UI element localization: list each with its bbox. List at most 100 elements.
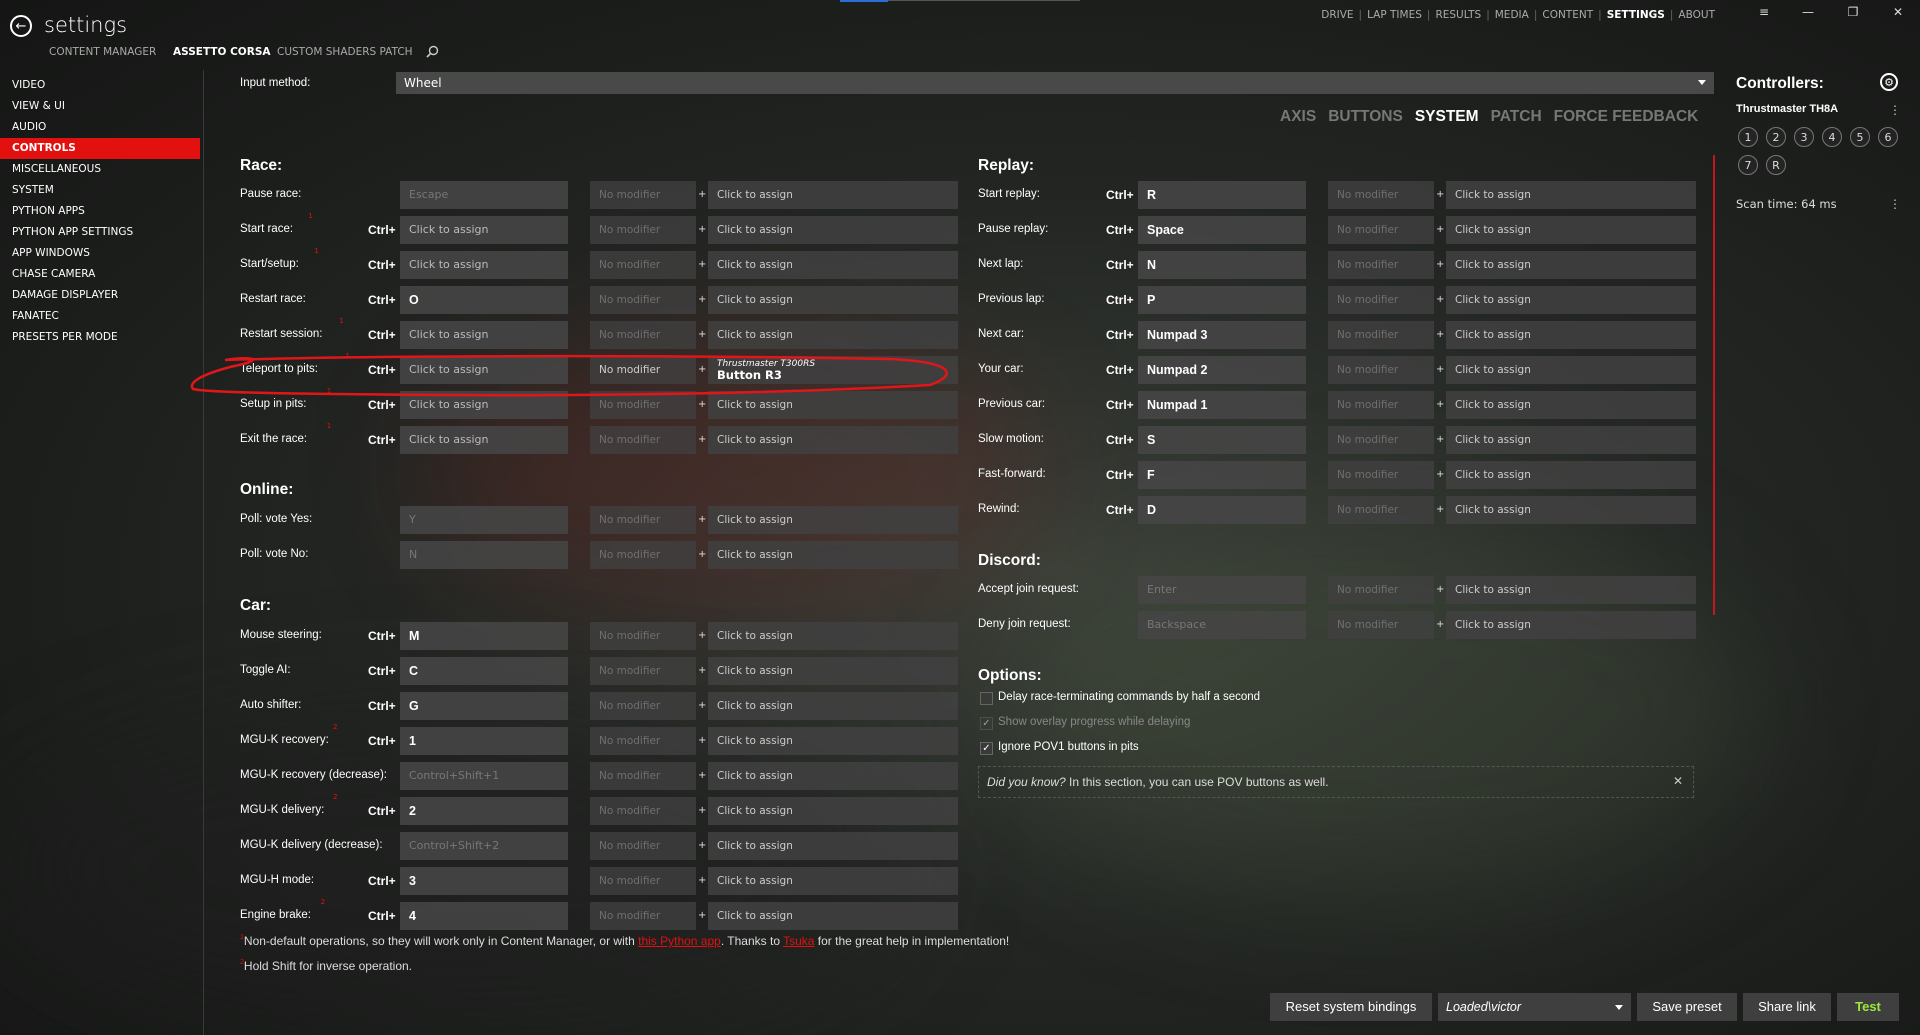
nav-about[interactable]: ABOUT (1678, 9, 1715, 21)
modifier-field[interactable]: No modifier (590, 426, 696, 454)
sidebar-item-system[interactable]: SYSTEM (0, 180, 200, 201)
nav-media[interactable]: MEDIA (1495, 9, 1529, 21)
restore-icon[interactable]: ❐ (1845, 4, 1861, 20)
modifier-field[interactable]: No modifier (590, 506, 696, 534)
tab-force-feedback[interactable]: FORCE FEEDBACK (1554, 108, 1699, 126)
controller-binding-field[interactable]: Click to assign (708, 692, 958, 720)
sidebar-item-python-app-settings[interactable]: PYTHON APP SETTINGS (0, 222, 200, 243)
key-binding-field[interactable]: Numpad 2 (1138, 356, 1306, 384)
search-icon[interactable] (426, 45, 439, 58)
nav-drive[interactable]: DRIVE (1321, 9, 1353, 21)
tab-axis[interactable]: AXIS (1280, 108, 1316, 126)
modifier-field[interactable]: No modifier (590, 832, 696, 860)
key-binding-field[interactable]: Control+Shift+2 (400, 832, 568, 860)
controller-binding-field[interactable]: Click to assign (1446, 426, 1696, 454)
controller-binding-field[interactable]: Click to assign (1446, 461, 1696, 489)
modifier-field[interactable]: No modifier (1328, 286, 1434, 314)
controller-binding-field[interactable]: Click to assign (708, 832, 958, 860)
controller-binding-field[interactable]: Click to assign (1446, 321, 1696, 349)
tab-buttons[interactable]: BUTTONS (1328, 108, 1403, 126)
subtab-custom-shaders-patch[interactable]: CUSTOM SHADERS PATCH (277, 46, 413, 58)
option-ignore-pov-checkbox[interactable]: ✓ (980, 742, 993, 755)
controller-binding-field[interactable]: Click to assign (708, 727, 958, 755)
modifier-field[interactable]: No modifier (590, 867, 696, 895)
controller-binding-field[interactable]: Click to assign (1446, 181, 1696, 209)
subtab-content-manager[interactable]: CONTENT MANAGER (49, 46, 156, 58)
sidebar-item-controls[interactable]: CONTROLS (0, 138, 200, 159)
modifier-field[interactable]: No modifier (590, 251, 696, 279)
controller-binding-field[interactable]: Click to assign (1446, 576, 1696, 604)
controller-binding-field[interactable]: Click to assign (708, 286, 958, 314)
controller-binding-field[interactable]: Click to assign (1446, 216, 1696, 244)
modifier-field[interactable]: No modifier (1328, 321, 1434, 349)
back-button[interactable]: ← (10, 15, 32, 37)
key-binding-field[interactable]: N (400, 541, 568, 569)
modifier-field[interactable]: No modifier (590, 286, 696, 314)
tsuka-link[interactable]: Tsuka (783, 934, 814, 948)
preset-select[interactable]: Loaded\victor (1438, 993, 1631, 1021)
key-binding-field[interactable]: M (400, 622, 568, 650)
key-binding-field[interactable]: 4 (400, 902, 568, 930)
key-binding-field[interactable]: 2 (400, 797, 568, 825)
modifier-field[interactable]: No modifier (590, 657, 696, 685)
subtab-assetto-corsa[interactable]: ASSETTO CORSA (173, 46, 271, 58)
modifier-field[interactable]: No modifier (590, 797, 696, 825)
key-binding-field[interactable]: C (400, 657, 568, 685)
nav-settings[interactable]: SETTINGS (1607, 9, 1665, 21)
option-overlay-checkbox[interactable]: ✓ (980, 717, 993, 730)
save-preset-button[interactable]: Save preset (1637, 993, 1737, 1021)
gear-icon[interactable]: ⚙ (1880, 73, 1898, 91)
sidebar-item-damage-displayer[interactable]: DAMAGE DISPLAYER (0, 285, 200, 306)
sidebar-item-presets-per-mode[interactable]: PRESETS PER MODE (0, 327, 200, 348)
key-binding-field[interactable]: O (400, 286, 568, 314)
test-button[interactable]: Test (1837, 993, 1899, 1021)
key-binding-field[interactable]: P (1138, 286, 1306, 314)
modifier-field[interactable]: No modifier (590, 181, 696, 209)
controller-binding-field[interactable]: Click to assign (708, 541, 958, 569)
key-binding-field[interactable]: N (1138, 251, 1306, 279)
controller-binding-field[interactable]: Click to assign (1446, 356, 1696, 384)
modifier-field[interactable]: No modifier (1328, 426, 1434, 454)
key-binding-field[interactable]: Escape (400, 181, 568, 209)
key-binding-field[interactable]: G (400, 692, 568, 720)
menu-icon[interactable]: ≡ (1756, 4, 1772, 20)
tab-system[interactable]: SYSTEM (1415, 108, 1479, 126)
controller-binding-field[interactable]: Click to assign (708, 622, 958, 650)
controller-binding-field[interactable]: Click to assign (708, 657, 958, 685)
key-binding-field[interactable]: Control+Shift+1 (400, 762, 568, 790)
tab-patch[interactable]: PATCH (1491, 108, 1542, 126)
controller-binding-field[interactable]: Click to assign (708, 762, 958, 790)
scan-options-icon[interactable]: ⋮ (1889, 198, 1901, 210)
sidebar-item-video[interactable]: VIDEO (0, 75, 200, 96)
modifier-field[interactable]: No modifier (590, 541, 696, 569)
key-binding-field[interactable]: Numpad 3 (1138, 321, 1306, 349)
controller-binding-field[interactable]: Click to assign (708, 216, 958, 244)
reset-system-bindings-button[interactable]: Reset system bindings (1270, 993, 1432, 1021)
key-binding-field[interactable]: F (1138, 461, 1306, 489)
modifier-field[interactable]: No modifier (1328, 461, 1434, 489)
controller-binding-field[interactable]: Click to assign (1446, 286, 1696, 314)
key-binding-field[interactable]: 1 (400, 727, 568, 755)
modifier-field[interactable]: No modifier (1328, 251, 1434, 279)
key-binding-field[interactable]: Y (400, 506, 568, 534)
controller-binding-field[interactable]: Click to assign (708, 797, 958, 825)
sidebar-item-audio[interactable]: AUDIO (0, 117, 200, 138)
key-binding-field[interactable]: Click to assign (400, 426, 568, 454)
modifier-field[interactable]: No modifier (590, 902, 696, 930)
modifier-field[interactable]: No modifier (590, 762, 696, 790)
close-icon[interactable]: ✕ (1671, 774, 1685, 788)
input-method-select[interactable]: Wheel (396, 72, 1714, 94)
modifier-field[interactable]: No modifier (1328, 356, 1434, 384)
nav-results[interactable]: RESULTS (1435, 9, 1481, 21)
key-binding-field[interactable]: Enter (1138, 576, 1306, 604)
python-app-link[interactable]: this Python app (638, 934, 721, 948)
key-binding-field[interactable]: Numpad 1 (1138, 391, 1306, 419)
modifier-field[interactable]: No modifier (1328, 181, 1434, 209)
key-binding-field[interactable]: Click to assign (400, 321, 568, 349)
nav-lap-times[interactable]: LAP TIMES (1367, 9, 1422, 21)
controller-binding-field[interactable]: Click to assign (708, 181, 958, 209)
close-icon[interactable]: ✕ (1890, 4, 1906, 20)
sidebar-item-app-windows[interactable]: APP WINDOWS (0, 243, 200, 264)
modifier-field[interactable]: No modifier (1328, 576, 1434, 604)
modifier-field[interactable]: No modifier (1328, 391, 1434, 419)
